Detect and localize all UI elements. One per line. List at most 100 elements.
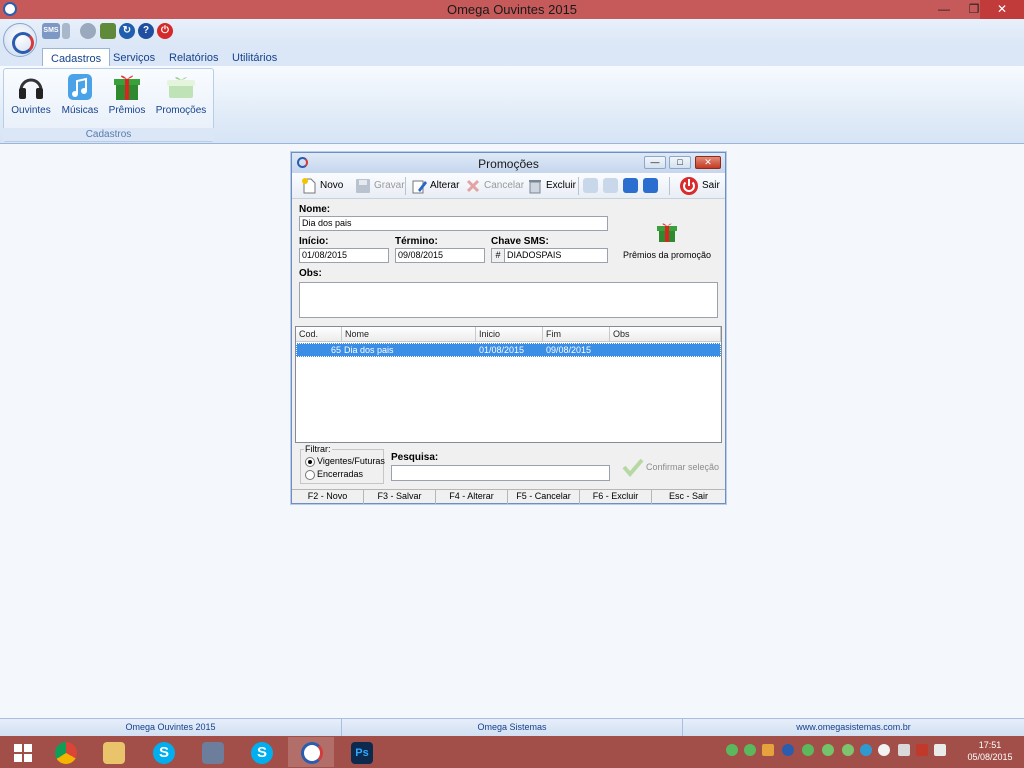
column-header-nome[interactable]: Nome [342, 327, 476, 342]
clock-time: 17:51 [978, 740, 1002, 750]
tray-network-error-icon[interactable] [916, 744, 928, 756]
termino-field[interactable]: 09/08/2015 [395, 248, 485, 263]
fkey-cancelar[interactable]: F5 - Cancelar [508, 490, 580, 504]
gravar-label: Gravar [374, 180, 405, 191]
user-download-icon[interactable] [100, 23, 116, 39]
premios-promocao-button[interactable]: Prêmios da promoção [622, 221, 712, 260]
windows-start-icon[interactable] [0, 737, 46, 767]
tray-omega-icon[interactable] [782, 744, 794, 756]
application-menu-button[interactable] [3, 23, 37, 57]
volume-icon[interactable] [934, 744, 946, 756]
refresh-icon[interactable]: ↻ [119, 23, 135, 39]
minimize-icon[interactable]: — [930, 0, 958, 19]
new-document-icon [301, 178, 317, 194]
taskbar-clock[interactable]: 17:51 05/08/2015 [958, 739, 1022, 763]
table-row[interactable]: 65 Dia dos pais 01/08/2015 09/08/2015 [296, 343, 721, 357]
pesquisa-input[interactable] [391, 465, 610, 481]
ouvintes-button[interactable]: Ouvintes [10, 72, 52, 116]
gravar-button[interactable]: Gravar [354, 176, 405, 196]
tray-cloud-icon[interactable] [878, 744, 890, 756]
first-record-icon[interactable] [583, 178, 598, 193]
tray-check-icon[interactable] [726, 744, 738, 756]
confirmar-selecao-label: Confirmar seleção [646, 462, 720, 472]
next-record-icon[interactable] [623, 178, 638, 193]
power-icon[interactable]: ⏻ [157, 23, 173, 39]
nome-label: Nome: [299, 204, 331, 215]
tab-servicos[interactable]: Serviços [105, 48, 163, 67]
phone-icon[interactable] [62, 23, 70, 39]
omega-ouvintes-icon[interactable] [288, 737, 334, 767]
status-company: Omega Sistemas [342, 719, 683, 737]
excluir-label: Excluir [546, 180, 577, 191]
inicio-label: Início: [299, 236, 329, 247]
excluir-button[interactable]: Excluir [526, 176, 576, 196]
column-header-obs[interactable]: Obs [610, 327, 721, 342]
promocoes-dialog: Promoções — □ ✕ Novo Gravar Alterar Canc… [291, 152, 726, 504]
chave-prefix: # [491, 248, 505, 263]
fkey-sair[interactable]: Esc - Sair [652, 490, 725, 504]
cell-nome: Dia dos pais [344, 345, 394, 355]
pesquisa-label: Pesquisa: [391, 452, 439, 463]
premios-promocao-label: Prêmios da promoção [622, 250, 712, 260]
tab-relatorios[interactable]: Relatórios [161, 48, 227, 67]
radio-vigentes-futuras[interactable]: Vigentes/Futuras [305, 456, 385, 467]
tab-cadastros[interactable]: Cadastros [42, 48, 111, 67]
power-off-icon [679, 176, 699, 196]
chave-sms-field[interactable]: DIADOSPAIS [504, 248, 608, 263]
inicio-field[interactable]: 01/08/2015 [299, 248, 389, 263]
chrome-icon[interactable] [42, 737, 88, 767]
previous-record-icon[interactable] [603, 178, 618, 193]
cancelar-button[interactable]: Cancelar [464, 176, 524, 196]
tab-utilitarios[interactable]: Utilitários [224, 48, 285, 67]
help-icon[interactable]: ? [138, 23, 154, 39]
status-app-name: Omega Ouvintes 2015 [0, 719, 342, 737]
fkey-salvar[interactable]: F3 - Salvar [364, 490, 436, 504]
confirmar-selecao-button[interactable]: Confirmar seleção [622, 455, 719, 479]
dialog-minimize-icon[interactable]: — [644, 156, 666, 169]
musicas-button[interactable]: Músicas [60, 72, 100, 116]
column-header-cod[interactable]: Cod. [296, 327, 342, 342]
alterar-button[interactable]: Alterar [410, 176, 459, 196]
photoshop-icon[interactable]: Ps [338, 737, 384, 767]
skype-icon[interactable]: S [238, 737, 284, 767]
tray-app-icon[interactable] [762, 744, 774, 756]
termino-label: Término: [395, 236, 438, 247]
radio-encerradas[interactable]: Encerradas [305, 469, 363, 480]
tray-flag-icon[interactable] [898, 744, 910, 756]
fkey-excluir[interactable]: F6 - Excluir [580, 490, 652, 504]
novo-button[interactable]: Novo [300, 176, 343, 196]
nome-field[interactable]: Dia dos pais [299, 216, 608, 231]
virtualbox-icon[interactable] [189, 737, 235, 767]
file-explorer-icon[interactable] [90, 737, 136, 767]
fkey-alterar[interactable]: F4 - Alterar [436, 490, 508, 504]
musicas-label: Músicas [61, 105, 99, 116]
globe-icon[interactable] [80, 23, 96, 39]
dialog-close-icon[interactable]: ✕ [695, 156, 721, 169]
tray-green-icon[interactable] [802, 744, 814, 756]
sair-button[interactable]: Sair [678, 176, 720, 196]
toolbar-separator [669, 177, 670, 195]
cell-fim: 09/08/2015 [546, 345, 592, 355]
column-header-inicio[interactable]: Inicio [476, 327, 543, 342]
dialog-maximize-icon[interactable]: □ [669, 156, 691, 169]
skype-icon[interactable]: S [140, 737, 186, 767]
close-icon[interactable]: ✕ [980, 0, 1024, 19]
tray-skype-icon[interactable] [860, 744, 872, 756]
tray-check-icon[interactable] [744, 744, 756, 756]
save-disk-icon [355, 178, 371, 194]
promocoes-button[interactable]: Promoções [154, 72, 208, 116]
gift-icon [656, 221, 678, 243]
last-record-icon[interactable] [643, 178, 658, 193]
cancelar-label: Cancelar [484, 180, 525, 191]
edit-icon [411, 178, 427, 194]
sms-icon[interactable]: SMS [42, 23, 60, 39]
tray-android-icon[interactable] [822, 744, 834, 756]
tray-sync-icon[interactable] [842, 744, 854, 756]
fkey-novo[interactable]: F2 - Novo [292, 490, 364, 504]
promocoes-grid[interactable]: Cod. Nome Inicio Fim Obs 65 Dia dos pais… [295, 326, 722, 443]
premios-button[interactable]: Prêmios [106, 72, 148, 116]
gift-box-icon [166, 72, 196, 102]
obs-field[interactable] [299, 282, 718, 318]
cancel-x-icon [465, 178, 481, 194]
column-header-fim[interactable]: Fim [543, 327, 610, 342]
